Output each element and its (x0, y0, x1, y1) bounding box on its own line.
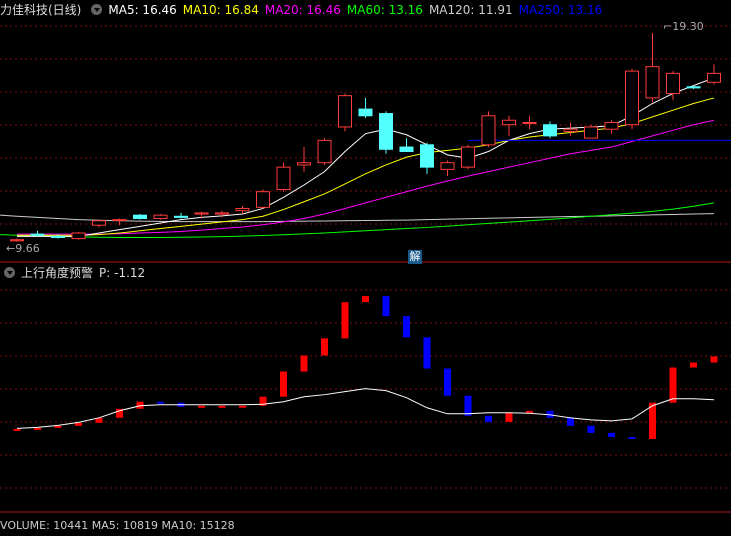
indicator-bar-34 (710, 356, 718, 363)
indicator-bar-30 (628, 436, 636, 439)
candle-body-12 (256, 191, 270, 208)
indicator-header: 上行角度预警 P: -1.12 (0, 263, 151, 283)
indicator-bar-33 (690, 362, 697, 368)
ma-item-5: MA250: 13.16 (518, 3, 603, 17)
indicator-bar-14 (300, 355, 308, 372)
indicator-bar-1 (34, 427, 41, 430)
candle-body-7 (153, 214, 168, 220)
candle-body-18 (379, 113, 393, 150)
candle-body-30 (625, 70, 639, 126)
stock-name: 力佳科技(日线) (0, 3, 82, 17)
indicator-toggle-icon[interactable] (4, 267, 15, 278)
indicator-bar-15 (321, 338, 328, 356)
candle-body-13 (276, 166, 291, 190)
candle-body-21 (440, 162, 455, 170)
candle-body-4 (92, 220, 106, 226)
candle-body-19 (399, 146, 414, 153)
candle-body-16 (338, 95, 352, 128)
candle-body-17 (358, 108, 373, 117)
indicator-bar-10 (218, 405, 226, 408)
low-price-label: 9.66 (15, 242, 40, 255)
candle-body-6 (133, 214, 147, 220)
ma120-lead (0, 214, 18, 217)
jie-unlock-button[interactable]: 解 (408, 250, 422, 264)
candle-body-32 (666, 72, 680, 94)
candle-body-22 (461, 146, 475, 168)
candle-body-14 (297, 162, 311, 166)
ma-item-1: MA10: 16.84 (182, 3, 259, 17)
ma20-line (17, 119, 715, 235)
candle-body-2 (51, 235, 65, 238)
indicator-bar-2 (54, 425, 62, 428)
candle-body-11 (235, 207, 250, 212)
indicator-bar-18 (382, 296, 390, 317)
indicator-bar-28 (587, 425, 595, 433)
candle-body-28 (584, 126, 598, 139)
ma-toggle-icon[interactable] (91, 4, 103, 15)
candlestick-series (10, 33, 721, 242)
indicator-name: 上行角度预警 (21, 266, 94, 280)
indicator-bar-27 (567, 417, 574, 426)
indicator-bar-22 (464, 395, 472, 416)
candle-body-24 (502, 119, 516, 126)
indicator-bar-32 (669, 367, 677, 403)
indicator-bar-25 (526, 410, 533, 413)
angle-indicator-series (13, 296, 718, 439)
candle-body-29 (604, 121, 619, 130)
indicator-bar-9 (198, 405, 205, 408)
ma-item-0: MA5: 16.46 (108, 3, 177, 17)
indicator-bar-31 (649, 402, 656, 439)
candle-body-25 (522, 121, 537, 124)
candle-body-26 (543, 124, 557, 137)
candle-body-10 (215, 212, 229, 215)
candle-body-27 (563, 128, 578, 132)
candle-body-31 (645, 66, 660, 99)
indicator-bar-16 (341, 302, 349, 339)
main-chart-header: 力佳科技(日线) MA5: 16.46 MA10: 16.84 MA20: 16.46… (0, 0, 614, 20)
high-price-annotation: ⌐19.30 (663, 20, 704, 33)
indicator-bar-20 (423, 337, 431, 369)
indicator-bar-7 (157, 401, 164, 404)
indicator-bar-19 (403, 316, 410, 338)
candle-body-23 (481, 115, 496, 146)
indicator-value: P: -1.12 (99, 266, 146, 280)
ma-item-3: MA60: 13.16 (346, 3, 423, 17)
indicator-bar-0 (13, 428, 21, 431)
indicator-bar-29 (608, 432, 615, 437)
volume-header-partial: VOLUME: 10441 MA5: 10819 MA10: 15128 (0, 516, 241, 536)
candle-body-1 (30, 233, 45, 236)
indicator-bar-21 (444, 368, 451, 396)
ma-item-4: MA120: 11.91 (428, 3, 513, 17)
candle-body-15 (317, 139, 332, 164)
candle-body-0 (10, 239, 24, 242)
high-price-label: 19.30 (672, 20, 704, 33)
candle-body-20 (420, 144, 434, 168)
indicator-bar-11 (239, 405, 246, 408)
indicator-bar-17 (362, 296, 369, 303)
candle-body-9 (194, 212, 209, 215)
ma60-lead (0, 234, 18, 236)
ma-item-2: MA20: 16.46 (264, 3, 341, 17)
candle-body-8 (174, 215, 188, 218)
low-price-annotation: ←9.66 (6, 242, 40, 255)
indicator-bar-24 (505, 412, 513, 422)
indicator-bar-23 (485, 415, 492, 422)
ma-values: MA5: 16.46 MA10: 16.84 MA20: 16.46 MA60: 13… (108, 3, 608, 17)
candle-body-5 (112, 219, 127, 222)
candle-body-3 (71, 232, 86, 240)
indicator-bar-3 (75, 422, 82, 426)
candle-body-33 (686, 86, 701, 89)
indicator-bar-13 (280, 371, 287, 397)
candle-body-34 (707, 72, 721, 83)
